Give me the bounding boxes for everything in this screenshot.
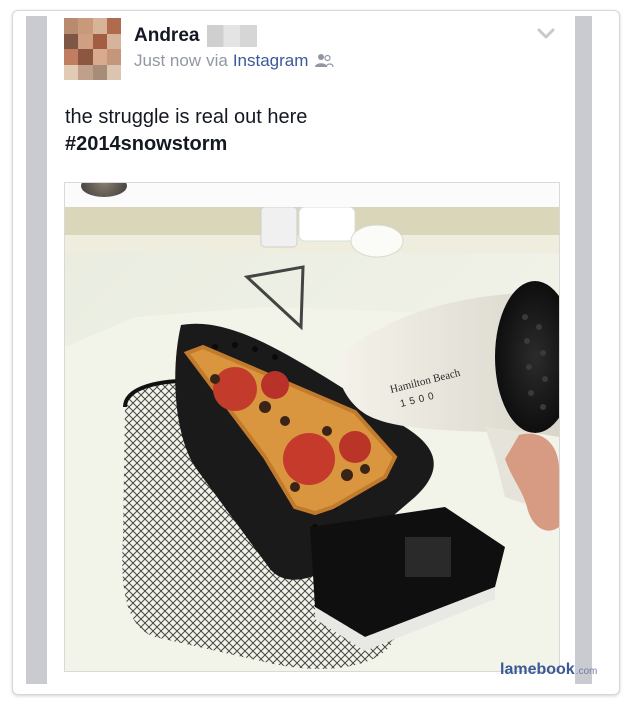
- post-timestamp[interactable]: Just now: [134, 51, 201, 71]
- instagram-avatar: [81, 183, 127, 197]
- instagram-header-strip: [65, 183, 559, 207]
- post-message: the struggle is real out here #2014snows…: [65, 104, 545, 158]
- post-meta: Just now via Instagram: [134, 51, 335, 71]
- lamebook-watermark: lamebook .com: [500, 661, 597, 679]
- post-photo[interactable]: Hamilton Beach 1500: [64, 182, 560, 672]
- friends-icon[interactable]: [314, 53, 335, 69]
- author-row: Andrea: [134, 24, 258, 48]
- post-options-chevron-icon[interactable]: [537, 27, 555, 39]
- redacted-surname: [207, 25, 258, 47]
- hashtag-link[interactable]: #2014snowstorm: [65, 131, 545, 158]
- photo-scene: Hamilton Beach 1500: [65, 207, 559, 671]
- author-avatar[interactable]: [64, 18, 121, 80]
- app-link[interactable]: Instagram: [233, 51, 309, 71]
- watermark-domain: .com: [575, 666, 598, 677]
- watermark-name: lamebook: [500, 661, 575, 678]
- via-label: via: [206, 51, 228, 70]
- post-message-text: the struggle is real out here: [65, 106, 308, 128]
- author-name[interactable]: Andrea: [134, 25, 199, 47]
